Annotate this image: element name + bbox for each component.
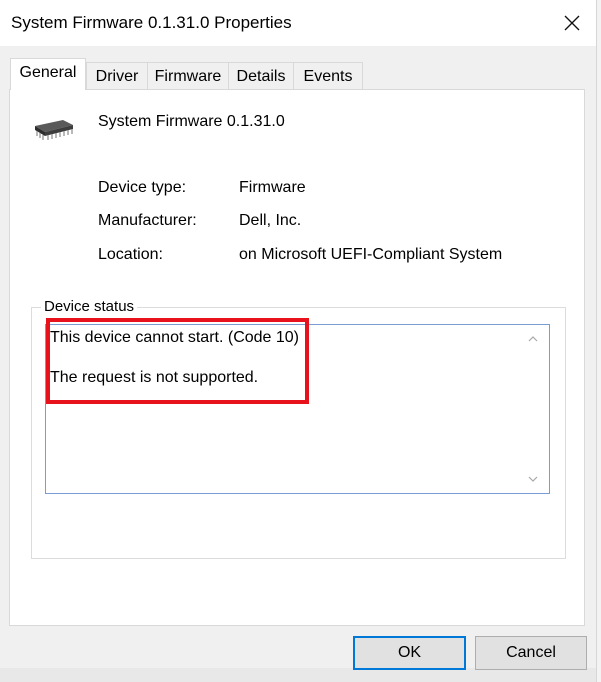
device-status-textbox[interactable] [45, 324, 550, 494]
location-label: Location: [98, 246, 163, 263]
title-bar[interactable]: System Firmware 0.1.31.0 Properties [0, 0, 596, 46]
manufacturer-label: Manufacturer: [98, 212, 197, 229]
device-type-value: Firmware [239, 179, 306, 196]
tab-general[interactable]: General [10, 58, 86, 90]
status-line-detail: The request is not supported. [50, 369, 259, 386]
tab-events[interactable]: Events [293, 62, 363, 89]
ok-button[interactable]: OK [353, 636, 466, 670]
status-line-code: This device cannot start. (Code 10) [50, 329, 300, 346]
location-value: on Microsoft UEFI-Compliant System [239, 246, 503, 263]
device-status-title: Device status [41, 298, 138, 315]
tab-driver[interactable]: Driver [86, 62, 148, 89]
close-button[interactable] [548, 0, 596, 46]
manufacturer-value: Dell, Inc. [239, 212, 302, 229]
tab-details[interactable]: Details [228, 62, 294, 89]
scroll-up-button[interactable] [523, 330, 543, 348]
chevron-up-icon [528, 336, 538, 342]
tab-firmware[interactable]: Firmware [147, 62, 229, 89]
device-name: System Firmware 0.1.31.0 [98, 113, 285, 130]
properties-dialog: System Firmware 0.1.31.0 Properties Gene… [0, 0, 596, 670]
background-window-strip [0, 668, 601, 682]
background-window-edge [596, 0, 601, 682]
cancel-button[interactable]: Cancel [475, 636, 587, 670]
scroll-down-button[interactable] [523, 470, 543, 488]
chip-icon [35, 120, 73, 140]
chevron-down-icon [528, 476, 538, 482]
device-type-label: Device type: [98, 179, 187, 196]
close-icon [564, 15, 580, 31]
window-title: System Firmware 0.1.31.0 Properties [11, 13, 292, 32]
